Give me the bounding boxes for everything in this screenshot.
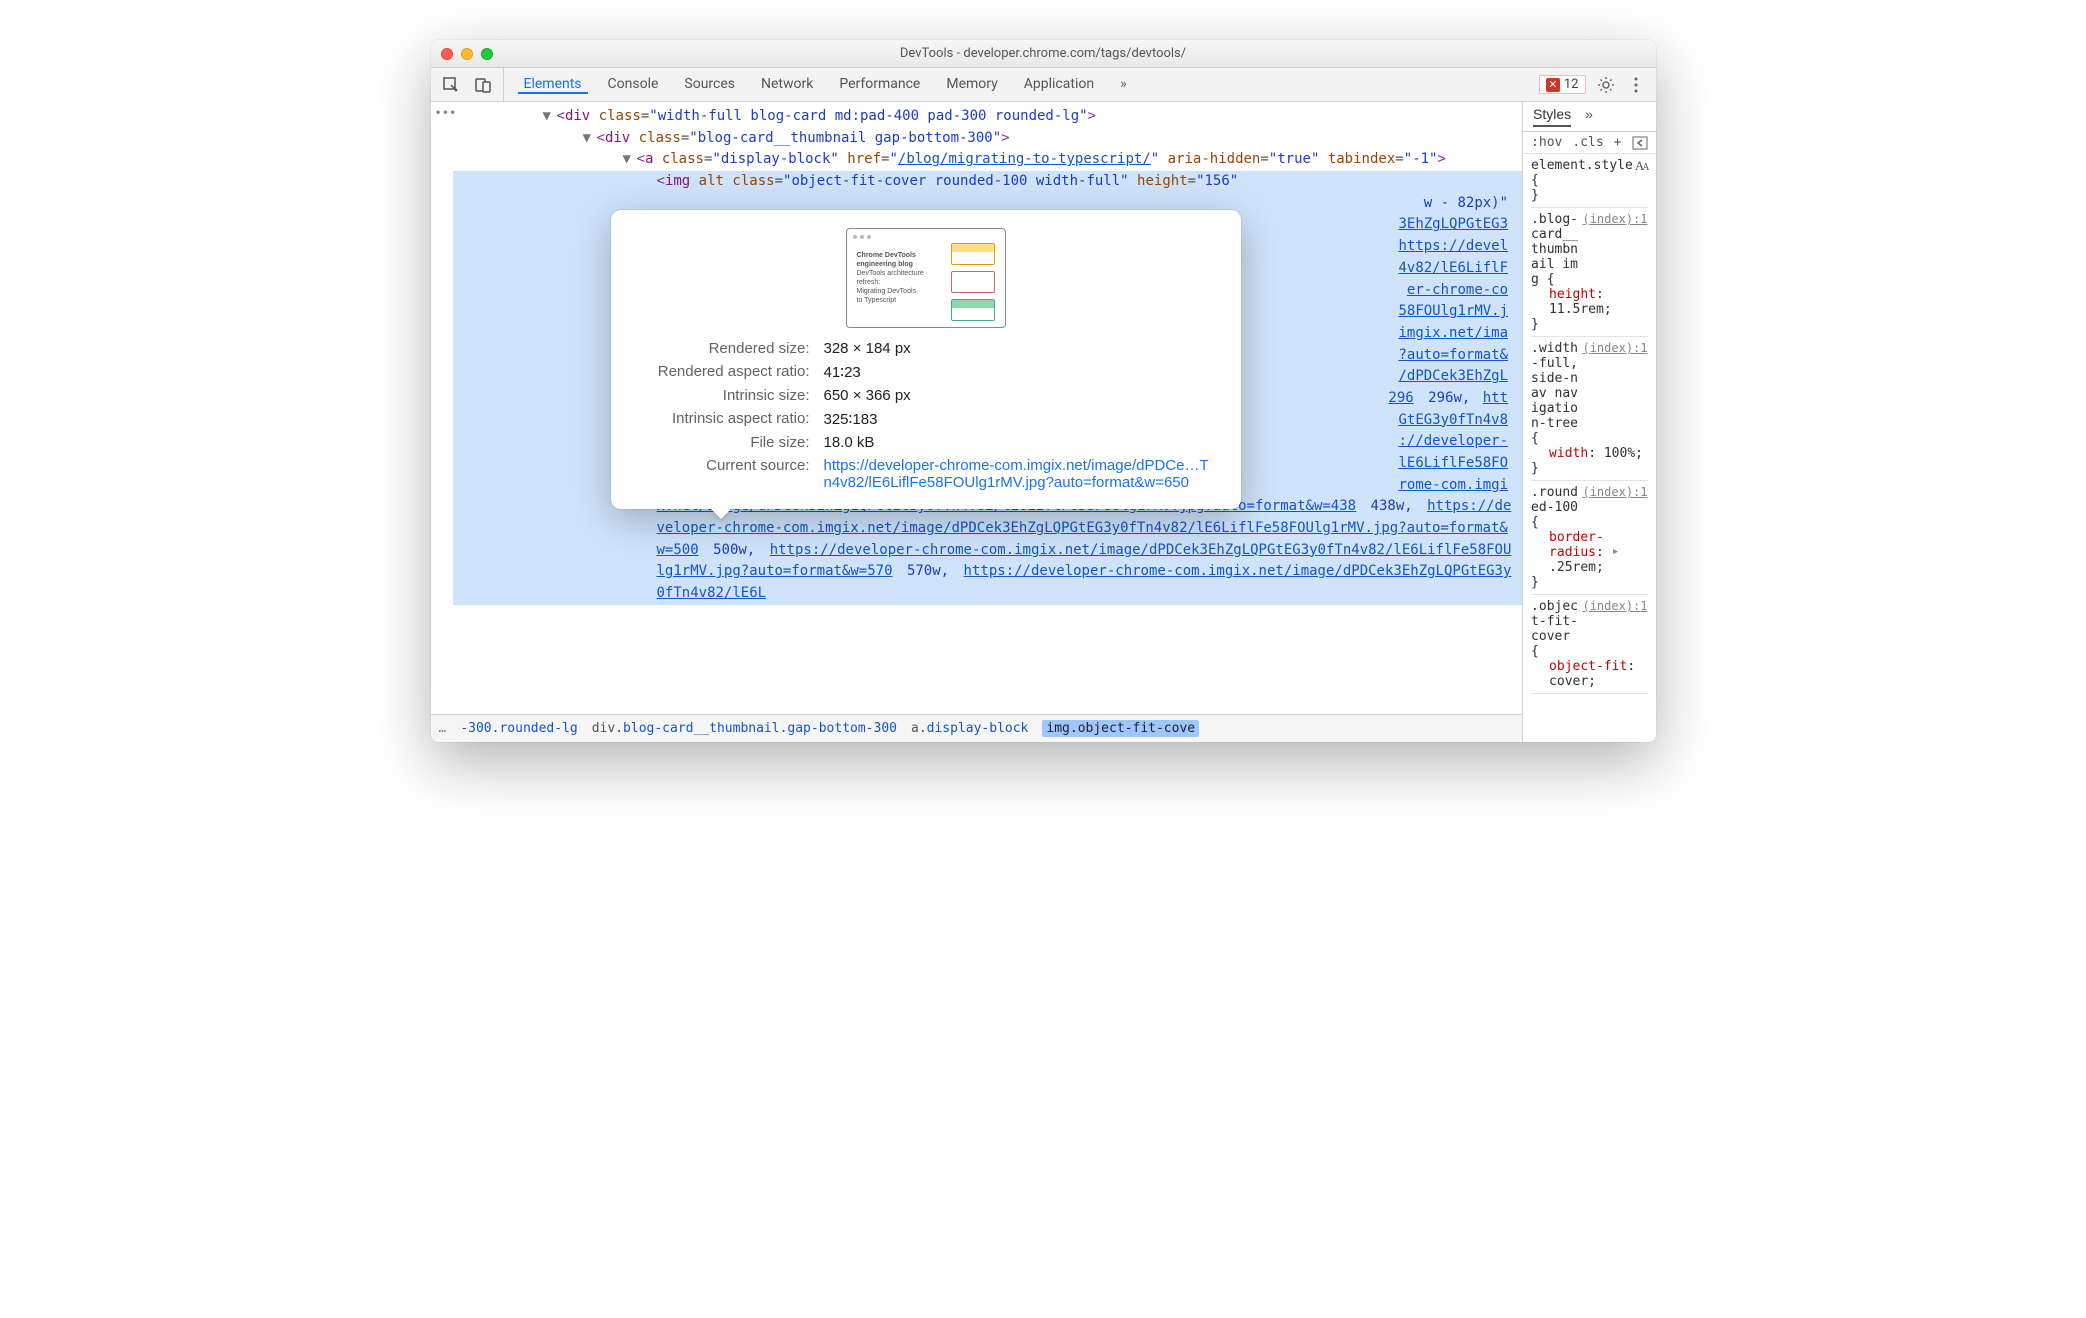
tab-network[interactable]: Network — [755, 76, 819, 94]
style-rule[interactable]: .width-full, side-nav navigation-tree {(… — [1531, 337, 1647, 481]
dom-node-div-outer[interactable]: ▼<div class="width-full blog-card md:pad… — [453, 106, 1523, 128]
image-info-tooltip: Chrome DevTools engineering blog DevTool… — [611, 210, 1241, 509]
tab-application[interactable]: Application — [1018, 76, 1100, 94]
style-rule[interactable]: element.style {AA} — [1531, 154, 1647, 208]
style-rules-list: element.style {AA}.blog-card__thumbnail … — [1523, 154, 1655, 694]
font-size-icon[interactable]: AA — [1635, 158, 1648, 174]
current-source-label: Current source: — [635, 457, 810, 491]
crumb-1[interactable]: -300.rounded-lg — [460, 721, 577, 736]
computed-toggle-icon[interactable] — [1632, 136, 1648, 150]
rule-source-link[interactable]: (index):1 — [1582, 341, 1647, 355]
settings-icon[interactable] — [1596, 75, 1616, 95]
error-icon: ✕ — [1546, 78, 1560, 92]
new-rule-button[interactable]: + — [1614, 135, 1622, 150]
panel-tabs: Elements Console Sources Network Perform… — [504, 76, 1529, 94]
tab-sources[interactable]: Sources — [678, 76, 741, 94]
hov-toggle[interactable]: :hov — [1531, 135, 1562, 150]
tabs-overflow-icon[interactable]: » — [1114, 76, 1133, 94]
error-count: 12 — [1564, 77, 1579, 92]
style-rule[interactable]: .blog-card__thumbnail img {(index):1heig… — [1531, 208, 1647, 337]
dom-panel: ▼<div class="width-full blog-card md:pad… — [431, 102, 1523, 742]
crumb-3[interactable]: a.display-block — [911, 721, 1028, 736]
error-badge[interactable]: ✕ 12 — [1539, 75, 1586, 94]
rule-source-link[interactable]: (index):1 — [1582, 485, 1647, 499]
file-size-label: File size: — [635, 434, 810, 451]
current-source-value[interactable]: https://developer-chrome-com.imgix.net/i… — [824, 457, 1217, 491]
styles-panel: Styles » :hov .cls + element.style {AA}.… — [1522, 102, 1655, 742]
styles-overflow-icon[interactable]: » — [1585, 106, 1593, 127]
device-toggle-icon[interactable] — [473, 75, 493, 95]
rule-source-link[interactable]: (index):1 — [1582, 212, 1647, 226]
crumb-overflow-icon[interactable]: … — [439, 721, 447, 736]
intrinsic-ar-label: Intrinsic aspect ratio: — [635, 410, 810, 428]
titlebar: DevTools - developer.chrome.com/tags/dev… — [431, 40, 1656, 68]
tab-console[interactable]: Console — [602, 76, 665, 94]
main-toolbar: Elements Console Sources Network Perform… — [431, 68, 1656, 102]
rendered-ar-label: Rendered aspect ratio: — [635, 363, 810, 381]
window-title: DevTools - developer.chrome.com/tags/dev… — [431, 46, 1656, 61]
crumb-2[interactable]: div.blog-card__thumbnail.gap-bottom-300 — [592, 721, 897, 736]
file-size-value: 18.0 kB — [824, 434, 1217, 451]
tab-performance[interactable]: Performance — [833, 76, 926, 94]
main-split: ▼<div class="width-full blog-card md:pad… — [431, 102, 1656, 742]
intrinsic-ar-value: 325∶183 — [824, 410, 1217, 428]
rule-source-link[interactable]: (index):1 — [1582, 599, 1647, 613]
inspect-icon[interactable] — [441, 75, 461, 95]
styles-tab[interactable]: Styles — [1533, 106, 1571, 127]
tooltip-thumbnail: Chrome DevTools engineering blog DevTool… — [846, 228, 1006, 328]
tab-elements[interactable]: Elements — [518, 76, 588, 94]
dom-node-a[interactable]: ▼<a class="display-block" href="/blog/mi… — [453, 149, 1523, 171]
href-link[interactable]: /blog/migrating-to-typescript/ — [898, 151, 1151, 167]
cls-toggle[interactable]: .cls — [1572, 135, 1603, 150]
crumb-selected[interactable]: img.object-fit-cove — [1042, 720, 1199, 737]
tab-memory[interactable]: Memory — [940, 76, 1003, 94]
style-rule[interactable]: .object-fit-cover {(index):1object-fit: … — [1531, 595, 1647, 694]
rendered-ar-value: 41∶23 — [824, 363, 1217, 381]
rendered-size-value: 328 × 184 px — [824, 340, 1217, 357]
dom-breadcrumbs: … -300.rounded-lg div.blog-card__thumbna… — [431, 714, 1523, 742]
style-rule[interactable]: .rounded-100 {(index):1border-radius: ▸ … — [1531, 481, 1647, 595]
intrinsic-size-value: 650 × 366 px — [824, 387, 1217, 404]
gutter-overflow-icon: ••• — [435, 104, 457, 123]
intrinsic-size-label: Intrinsic size: — [635, 387, 810, 404]
dom-node-div-thumb[interactable]: ▼<div class="blog-card__thumbnail gap-bo… — [453, 128, 1523, 150]
rendered-size-label: Rendered size: — [635, 340, 810, 357]
kebab-icon[interactable] — [1626, 75, 1646, 95]
devtools-window: DevTools - developer.chrome.com/tags/dev… — [431, 40, 1656, 742]
